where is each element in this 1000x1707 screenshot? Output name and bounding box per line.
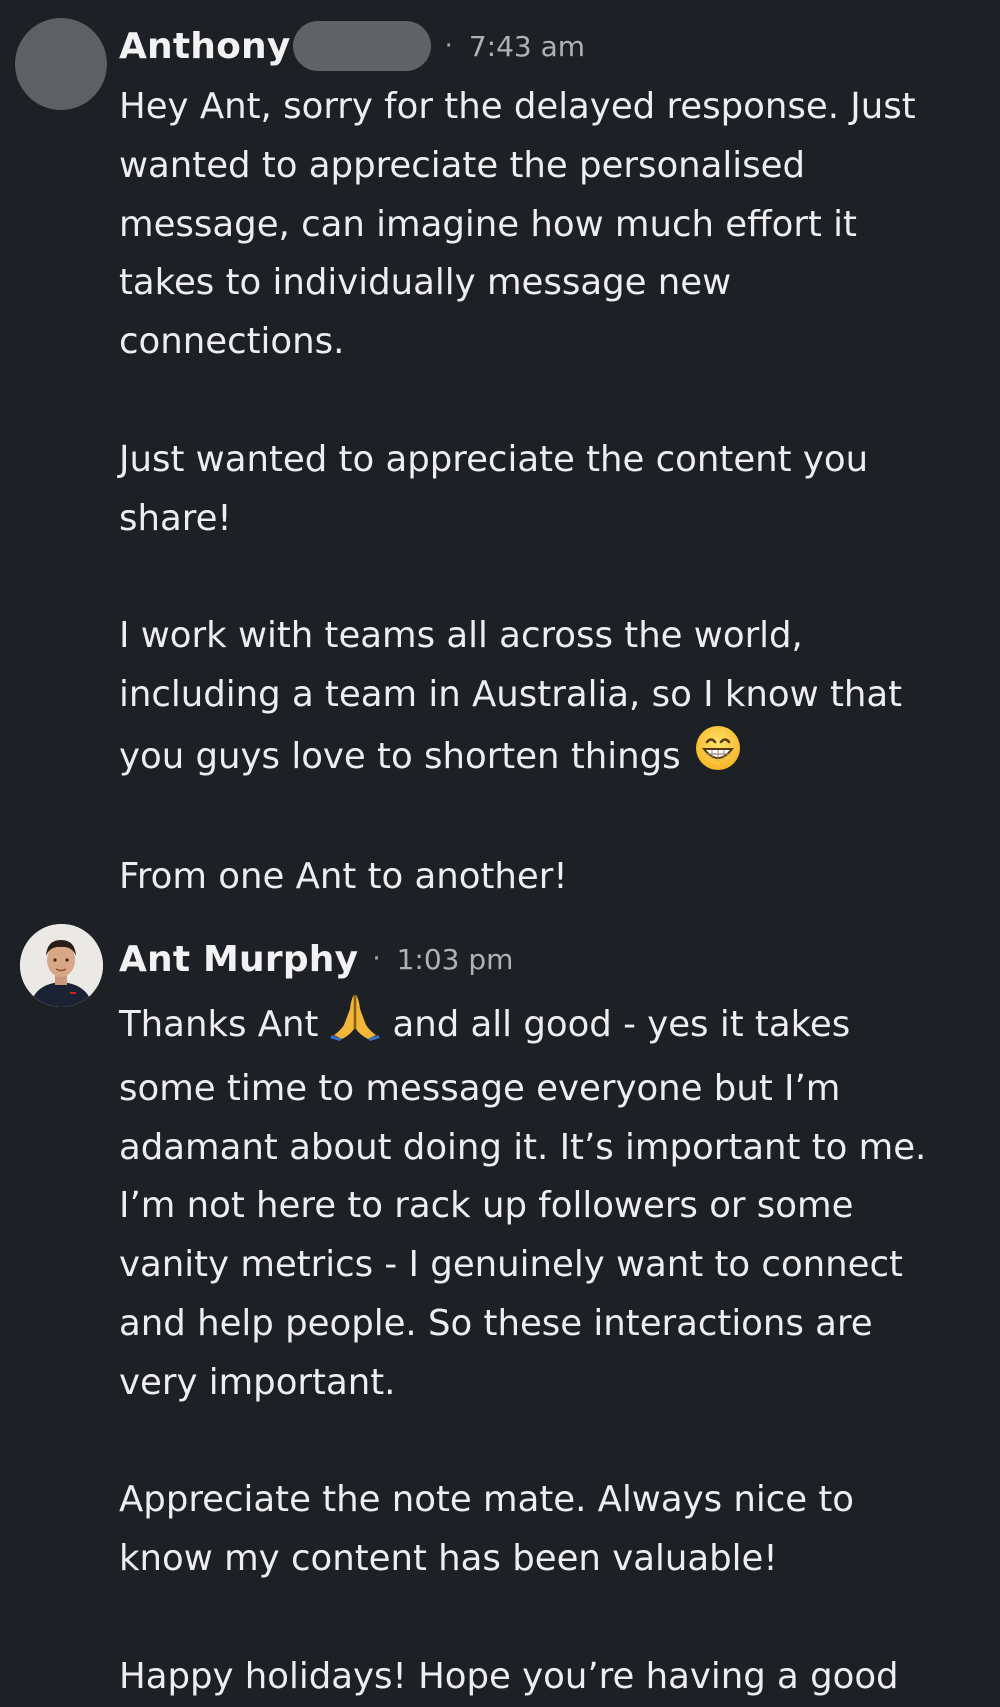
message-line: adamant about doing it. It’s important t… — [119, 1126, 927, 1168]
message-line: know my content has been valuable! — [119, 1538, 778, 1580]
message-line: From one Ant to another! — [119, 856, 568, 898]
message-line: vanity metrics - I genuinely want to con… — [119, 1244, 903, 1286]
message-line: including a team in Australia, so I know… — [119, 673, 903, 715]
message-line: Appreciate the note mate. Always nice to — [119, 1479, 855, 1521]
message-body: Thanks Ant and all good - yes it takes s… — [119, 991, 999, 1707]
sender-name[interactable]: Anthony — [119, 26, 291, 67]
message-line: Hey Ant, sorry for the delayed response.… — [119, 86, 916, 127]
message-line: wanted to appreciate the personalised — [119, 144, 806, 186]
grinning-face-icon — [695, 725, 741, 790]
message-line: message, can imagine how much effort it — [119, 203, 857, 245]
folded-hands-icon — [330, 991, 381, 1060]
message-text: you guys love to shorten things — [119, 735, 681, 777]
sender-name[interactable]: Ant Murphy — [119, 939, 358, 980]
message-timestamp: 1:03 pm — [396, 942, 514, 976]
message-header: Ant Murphy · 1:03 pm — [119, 933, 513, 985]
message-text: and all good - yes it takes — [392, 1004, 851, 1045]
message-item: Anthony · 7:43 am Hey Ant, sorry for the… — [0, 0, 1000, 912]
message-text: Thanks Ant — [119, 1004, 319, 1045]
message-line: some time to message everyone but I’m — [119, 1067, 841, 1109]
message-line: Happy holidays! Hope you’re having a goo… — [119, 1655, 899, 1697]
message-line: Just wanted to appreciate the content yo… — [119, 438, 869, 480]
message-line: share! — [119, 497, 232, 539]
message-line: very important. — [119, 1361, 396, 1403]
message-body: Hey Ant, sorry for the delayed response.… — [119, 78, 999, 907]
message-line: I work with teams all across the world, — [119, 615, 803, 657]
message-item: Ant Murphy · 1:03 pm Thanks Ant and all … — [0, 912, 1000, 1697]
message-timestamp: 7:43 am — [468, 29, 586, 63]
message-line-with-emoji: Thanks Ant and all good - yes it takes — [119, 991, 999, 1060]
separator-dot: · — [444, 31, 453, 61]
profile-photo-icon — [20, 924, 103, 1007]
message-line-with-emoji: you guys love to shorten things — [119, 725, 999, 790]
separator-dot: · — [372, 944, 381, 974]
avatar[interactable] — [15, 18, 107, 110]
redacted-name-blur — [292, 21, 431, 71]
message-header: Anthony · 7:43 am — [119, 20, 585, 72]
message-line: I’m not here to rack up followers or som… — [119, 1185, 854, 1227]
message-line: and help people. So these interactions a… — [119, 1302, 873, 1344]
message-line: takes to individually message new — [119, 262, 732, 304]
message-line: connections. — [119, 321, 345, 363]
avatar[interactable] — [20, 924, 103, 1007]
